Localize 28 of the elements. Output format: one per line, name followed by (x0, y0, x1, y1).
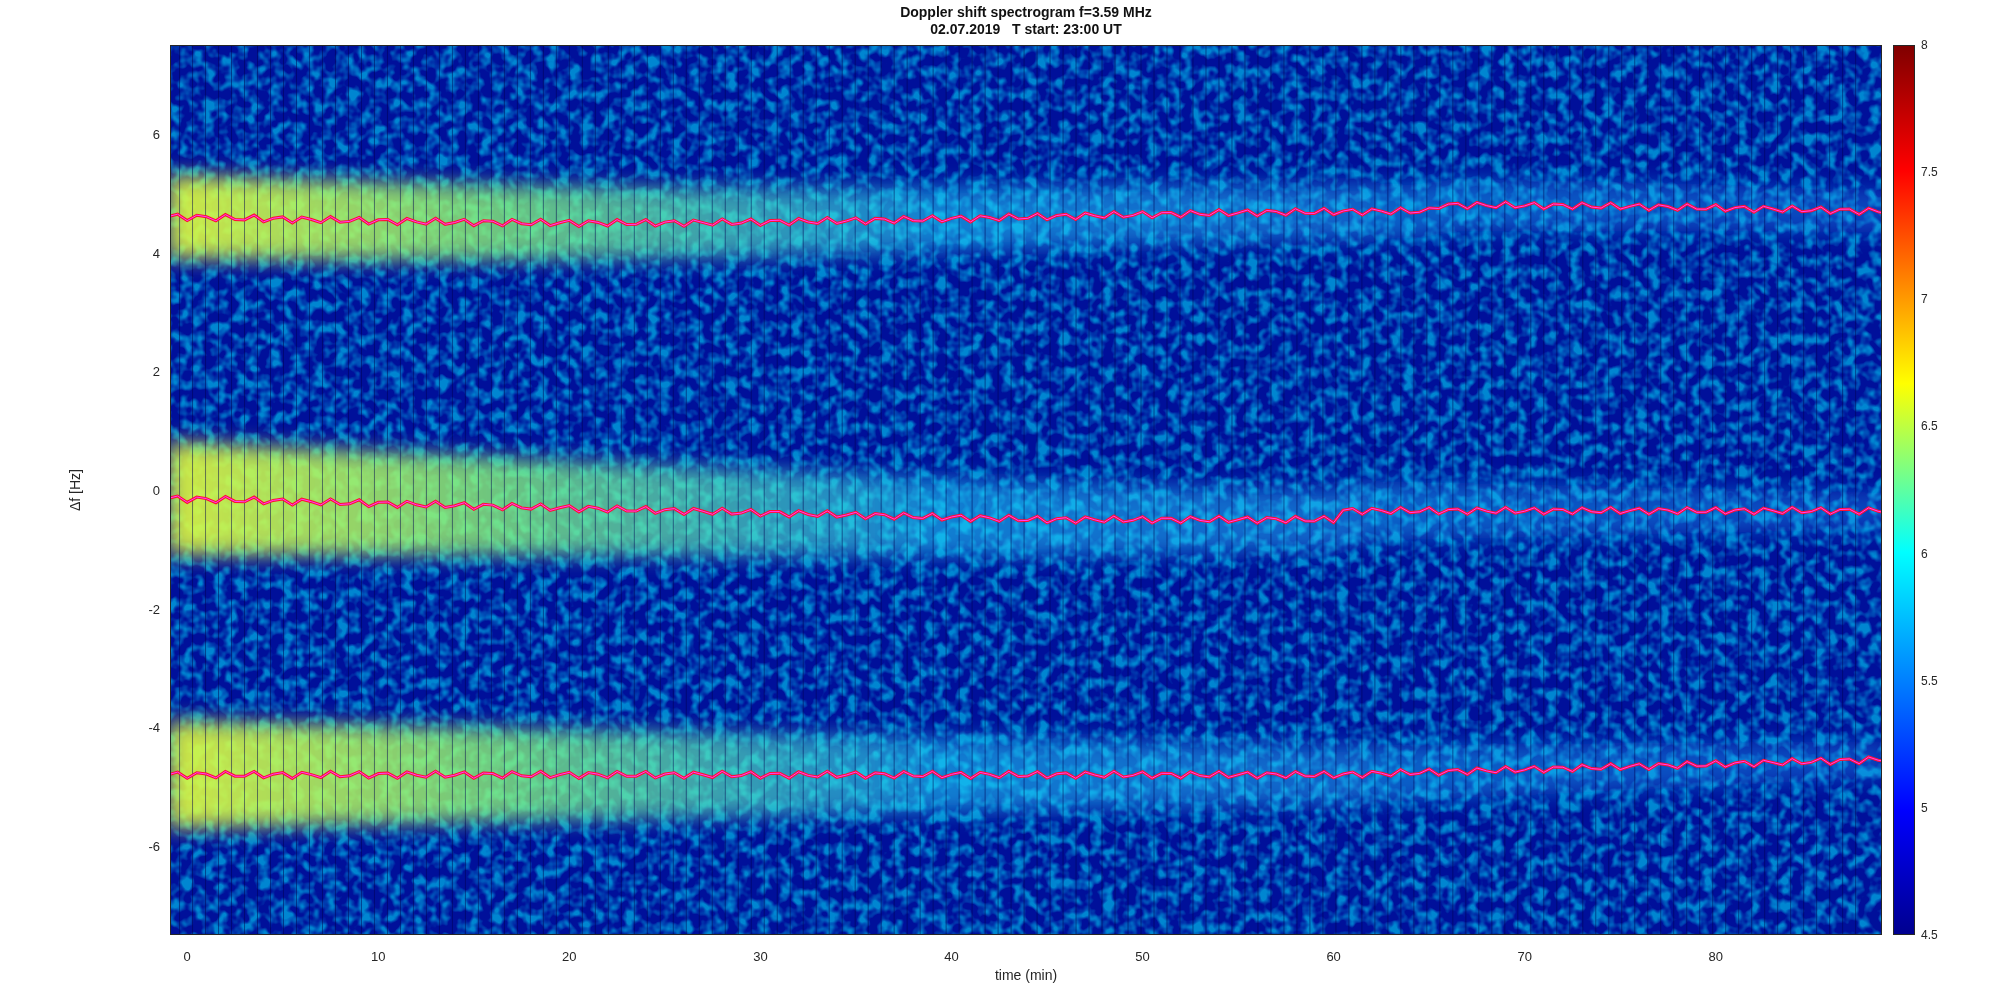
colorbar-tick-label: 5.5 (1921, 673, 1938, 688)
colorbar-tick-label: 7 (1921, 292, 1928, 307)
plot-title: Doppler shift spectrogram f=3.59 MHz (900, 4, 1152, 21)
colorbar-tick-label: 5 (1921, 800, 1928, 815)
colorbar-tick-label: 7.5 (1921, 165, 1938, 180)
colorbar-tick-label: 6 (1921, 546, 1928, 561)
y-tick-label: 2 (152, 363, 160, 379)
y-tick-label: 4 (152, 245, 160, 261)
x-tick-label: 30 (753, 949, 768, 964)
y-tick-label: -2 (148, 601, 160, 617)
colorbar-tick-label: 4.5 (1921, 928, 1938, 942)
x-tick-label: 70 (1517, 949, 1532, 964)
y-tick-label: -6 (148, 838, 160, 854)
x-tick-label: 80 (1708, 949, 1723, 964)
plot-subtitle: 02.07.2019 T start: 23:00 UT (930, 21, 1122, 38)
y-tick-label: -4 (148, 719, 160, 735)
x-axis-label: time (min) (994, 967, 1058, 983)
y-tick-label: 6 (152, 126, 160, 142)
x-tick-label: 10 (371, 949, 386, 964)
x-tick-label: 40 (944, 949, 959, 964)
y-axis-label: Δf [Hz] (67, 469, 83, 511)
y-tick-label: 0 (152, 482, 160, 498)
x-tick-label: 60 (1326, 949, 1341, 964)
colorbar-tick-label: 8 (1921, 38, 1928, 52)
x-tick-label: 0 (183, 949, 191, 964)
x-tick-label: 50 (1135, 949, 1150, 964)
colorbar-tick-label: 6.5 (1921, 419, 1938, 434)
x-tick-label: 20 (562, 949, 577, 964)
